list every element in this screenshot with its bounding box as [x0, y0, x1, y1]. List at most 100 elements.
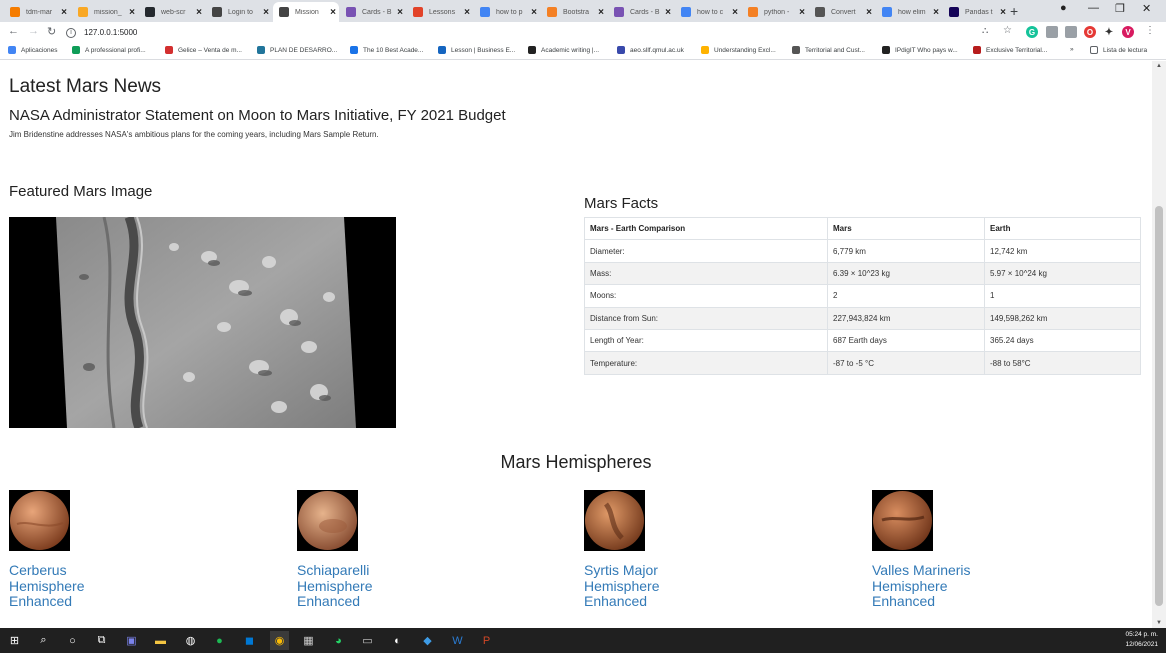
cortana-icon[interactable]: ○ [63, 631, 82, 650]
close-tab-icon[interactable]: × [729, 7, 741, 18]
chrome-icon[interactable]: ◉ [270, 631, 289, 650]
featured-mars-image[interactable] [9, 217, 396, 428]
grammarly-icon[interactable]: G [1026, 26, 1038, 38]
avatar[interactable]: V [1122, 26, 1134, 38]
hemisphere-thumbnail[interactable] [297, 490, 358, 551]
scrollbar-thumb[interactable] [1155, 206, 1163, 606]
extension-icon[interactable] [1046, 26, 1058, 38]
close-tab-icon[interactable]: × [327, 7, 339, 18]
tab-search-icon[interactable]: ● [1060, 2, 1067, 14]
hemisphere-card-schiaparelli: Schiaparelli Hemisphere Enhanced [297, 490, 497, 610]
hemisphere-link[interactable]: Valles Marineris Hemisphere Enhanced [872, 562, 992, 610]
bookmark-item[interactable]: Exclusive Territorial... [973, 46, 1047, 54]
bookmark-item[interactable]: IPdigIT Who pays w... [882, 46, 958, 54]
bookmark-item[interactable]: Understanding Excl... [701, 46, 776, 54]
bookmark-item[interactable]: PLAN DE DESARRO... [257, 46, 337, 54]
bookmark-icon [973, 46, 981, 54]
close-tab-icon[interactable]: × [126, 7, 138, 18]
hemisphere-link[interactable]: Syrtis Major Hemisphere Enhanced [584, 562, 704, 610]
powerpoint-icon[interactable]: P [477, 631, 496, 650]
hemisphere-thumbnail[interactable] [9, 490, 70, 551]
task-view-icon[interactable]: ⧉ [92, 631, 111, 650]
search-icon[interactable]: ⌕ [34, 631, 53, 650]
whatsapp-icon[interactable]: ◕ [329, 631, 348, 650]
terminal-icon[interactable]: ▭ [358, 631, 377, 650]
tab-4[interactable]: Login to × [206, 2, 272, 22]
close-tab-icon[interactable]: × [193, 7, 205, 18]
close-tab-icon[interactable]: × [595, 7, 607, 18]
tab-2[interactable]: mission_ × [72, 2, 138, 22]
calculator-icon[interactable]: ▦ [299, 631, 318, 650]
word-icon[interactable]: W [448, 631, 467, 650]
close-tab-icon[interactable]: × [997, 7, 1009, 18]
close-tab-icon[interactable]: × [662, 7, 674, 18]
hemisphere-link[interactable]: Schiaparelli Hemisphere Enhanced [297, 562, 417, 610]
tab-15[interactable]: Pandas t × [943, 2, 1009, 22]
vertical-scrollbar[interactable]: ▲ ▼ [1152, 61, 1166, 628]
bookmark-item[interactable]: Territorial and Cust... [792, 46, 865, 54]
bookmark-item[interactable]: A professional profi... [72, 46, 146, 54]
tab-11[interactable]: how to c × [675, 2, 741, 22]
back-icon[interactable]: ← [8, 25, 19, 37]
close-tab-icon[interactable]: × [461, 7, 473, 18]
featured-image-heading: Featured Mars Image [9, 183, 153, 200]
windows-start-icon[interactable]: ⊞ [5, 631, 24, 650]
bookmark-item[interactable]: Lesson | Business E... [438, 46, 515, 54]
file-explorer-icon[interactable]: ▬ [151, 631, 170, 650]
tab-1[interactable]: tdm-mar × [4, 2, 70, 22]
forward-icon[interactable]: → [28, 25, 39, 37]
outlook-icon[interactable]: ◼ [240, 631, 259, 650]
bookmark-icon [257, 46, 265, 54]
tab-5[interactable]: Mission × [273, 2, 339, 22]
hemisphere-link[interactable]: Cerberus Hemisphere Enhanced [9, 562, 129, 610]
bookmark-item[interactable]: Academic writing |... [528, 46, 599, 54]
app-icon[interactable]: ◐ [388, 631, 407, 650]
scroll-up-icon[interactable]: ▲ [1152, 63, 1166, 69]
scroll-down-icon[interactable]: ▼ [1152, 620, 1166, 626]
close-tab-icon[interactable]: × [796, 7, 808, 18]
info-icon[interactable]: i [66, 27, 76, 38]
system-clock[interactable]: 05:24 p. m. 12/06/2021 [1125, 630, 1158, 650]
bookmark-item[interactable]: aeo.sllf.qmul.ac.uk [617, 46, 684, 54]
tab-7[interactable]: Lessons × [407, 2, 473, 22]
close-window-icon[interactable]: ✕ [1142, 2, 1151, 15]
close-tab-icon[interactable]: × [863, 7, 875, 18]
tab-12[interactable]: python - × [742, 2, 808, 22]
close-tab-icon[interactable]: × [58, 7, 70, 18]
new-tab-icon[interactable]: + [1010, 3, 1018, 19]
tab-13[interactable]: Convert × [809, 2, 875, 22]
close-tab-icon[interactable]: × [260, 7, 272, 18]
vscode-icon[interactable]: ◆ [418, 631, 437, 650]
hemisphere-thumbnail[interactable] [584, 490, 645, 551]
tab-14[interactable]: how elim × [876, 2, 942, 22]
tab-label: Lessons [429, 8, 456, 16]
teams-icon[interactable]: ▣ [122, 631, 141, 650]
close-tab-icon[interactable]: × [528, 7, 540, 18]
bookmark-item[interactable]: The 10 Best Acade... [350, 46, 423, 54]
tab-10[interactable]: Cards - B × [608, 2, 674, 22]
reading-list-button[interactable]: Lista de lectura [1090, 46, 1147, 54]
tab-9[interactable]: Bootstra × [541, 2, 607, 22]
hemisphere-thumbnail[interactable] [872, 490, 933, 551]
tab-3[interactable]: web-scr × [139, 2, 205, 22]
minimize-icon[interactable]: — [1088, 2, 1099, 14]
menu-icon[interactable]: ⋮ [1145, 25, 1155, 36]
translate-icon[interactable]: ⛬ [982, 25, 988, 36]
bookmark-star-icon[interactable]: ☆ [1003, 25, 1012, 36]
close-tab-icon[interactable]: × [394, 7, 406, 18]
opera-icon[interactable]: O [1084, 26, 1096, 38]
mars-globe-image [10, 491, 69, 550]
store-icon[interactable]: ◍ [181, 631, 200, 650]
reload-icon[interactable]: ↻ [47, 25, 56, 38]
tab-6[interactable]: Cards - B × [340, 2, 406, 22]
tab-8[interactable]: how to p × [474, 2, 540, 22]
bookmark-item[interactable]: Aplicaciones [8, 46, 58, 54]
bookmarks-more-button[interactable]: » [1070, 46, 1074, 53]
puzzle-icon[interactable]: ✦ [1103, 26, 1115, 38]
address-bar[interactable]: i 127.0.0.1:5000 [66, 24, 972, 41]
close-tab-icon[interactable]: × [930, 7, 942, 18]
maximize-icon[interactable]: ❐ [1115, 2, 1125, 15]
bookmark-item[interactable]: Gelice – Venta de m... [165, 46, 242, 54]
spotify-icon[interactable]: ● [210, 631, 229, 650]
extension-icon[interactable] [1065, 26, 1077, 38]
